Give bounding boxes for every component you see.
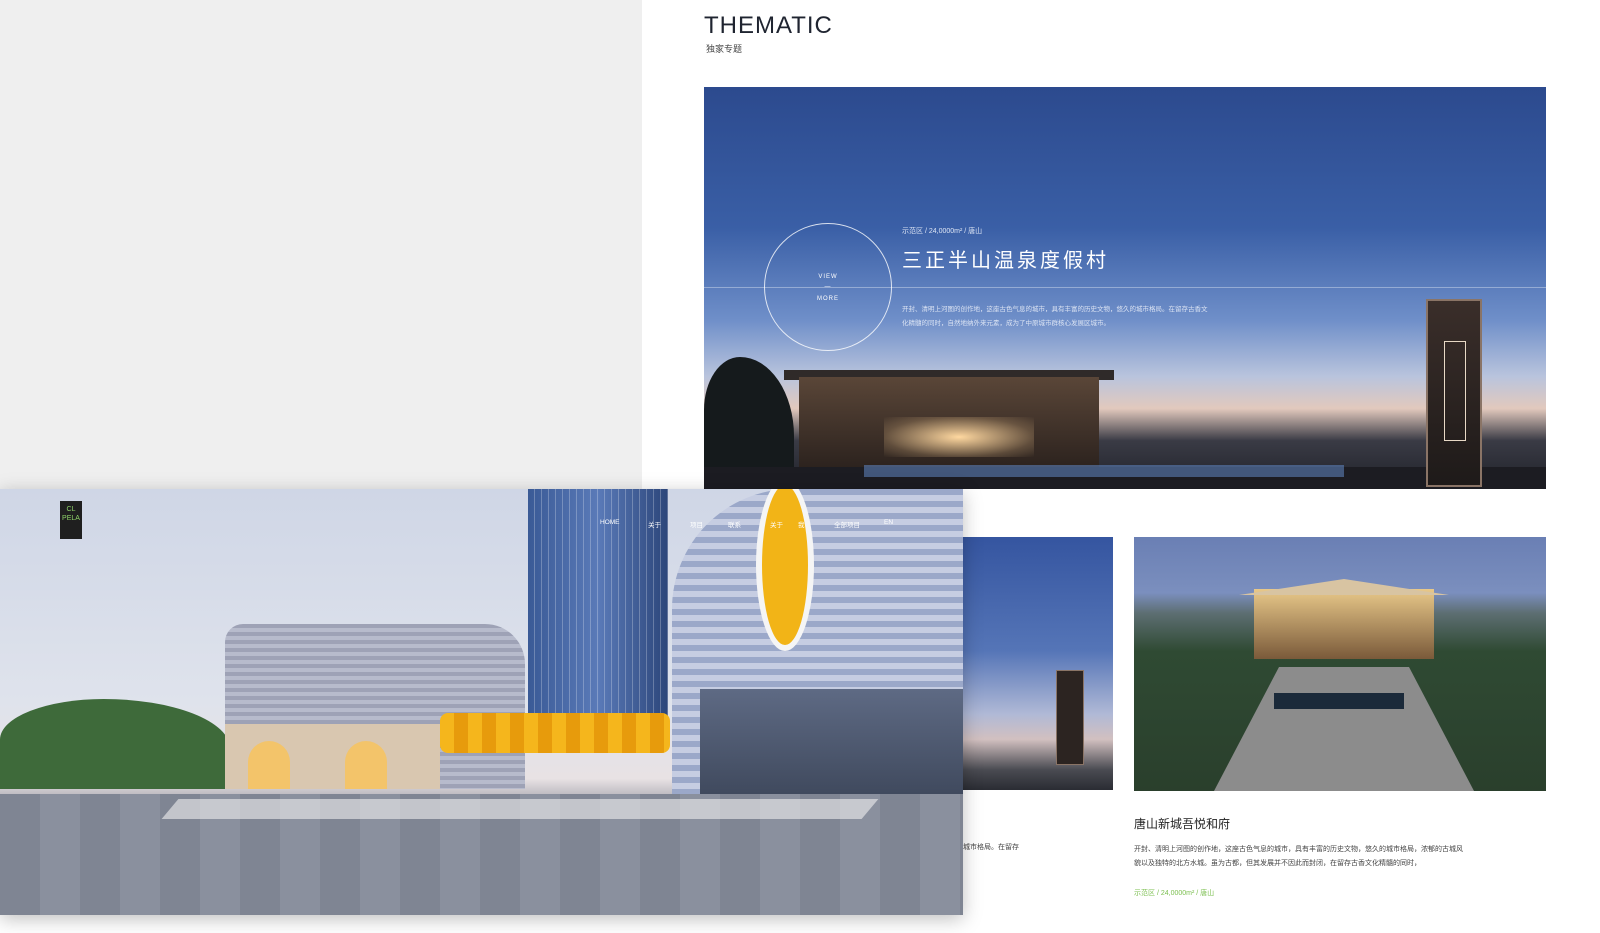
trees [0,699,230,789]
lantern-canopy [440,713,670,753]
logo-monogram: CL [66,506,76,513]
project-card-image-2[interactable] [1134,537,1546,791]
hero-banner[interactable]: VIEW — MORE 示范区 / 24,0000m² / 唐山 三正半山温泉度… [704,87,1546,489]
project-card-image[interactable] [963,537,1113,790]
hero-description: 开封、清明上河图的创作地，这座古色气息的城市，具有丰富的历史文物，悠久的城市格局… [902,306,1208,327]
hero-sign-tower [1426,299,1482,487]
plaza-stripe [161,799,879,819]
shop-arch-window [248,741,290,789]
shop-arch-window [345,741,387,789]
hero-title[interactable]: 三正半山温泉度假村 [902,244,1109,273]
nav-item-about-2[interactable]: 关于 [770,519,783,529]
project-card-title[interactable]: 唐山新城吾悦和府 [1134,815,1230,832]
hero-building-light [884,417,1034,457]
pela-logo[interactable]: CL PELA [60,501,82,539]
glass-tower-mullions [528,489,668,724]
section-title: THEMATIC [704,12,833,39]
card-sign-tower [1056,670,1084,765]
card-hall [1254,589,1434,659]
overlay-page-screenshot: CL PELA HOME 关于 项目 联系 关于 我 全部项目 EN [0,489,963,915]
nav-item-contact[interactable]: 联系 [728,519,741,529]
section-subtitle: 独家专题 [706,44,743,54]
logo-wordmark: PELA [62,515,80,522]
hero-meta: 示范区 / 24,0000m² / 唐山 [902,228,983,235]
view-label: VIEW [818,274,838,280]
nav-item-about[interactable]: 关于 [648,519,661,529]
glass-entrance [700,689,963,794]
view-more-dash: — [824,284,832,290]
hero-pool [864,465,1344,477]
view-more-button[interactable]: VIEW — MORE [764,223,892,351]
project-card-description: 城市格局。在留存 [963,844,1019,851]
nav-home[interactable]: HOME [600,519,620,526]
nav-item-all-projects[interactable]: 全部项目 [834,519,860,529]
project-card-meta: 示范区 / 24,0000m² / 唐山 [1134,890,1215,897]
card-hall-roof [1239,579,1449,595]
project-card-description-2: 开封、清明上河图的创作地，这座古色气息的城市，具有丰富的历史文物，悠久的城市格局… [1134,846,1463,867]
card-pool [1274,693,1404,709]
nav-item-me[interactable]: 我 [798,519,805,529]
card-plaza [1214,667,1474,791]
left-background-panel [0,0,642,489]
more-label: MORE [817,296,839,302]
nav-item-projects[interactable]: 项目 [690,519,703,529]
hero-tower-panel [1444,341,1466,441]
nav-language-en[interactable]: EN [884,519,893,526]
